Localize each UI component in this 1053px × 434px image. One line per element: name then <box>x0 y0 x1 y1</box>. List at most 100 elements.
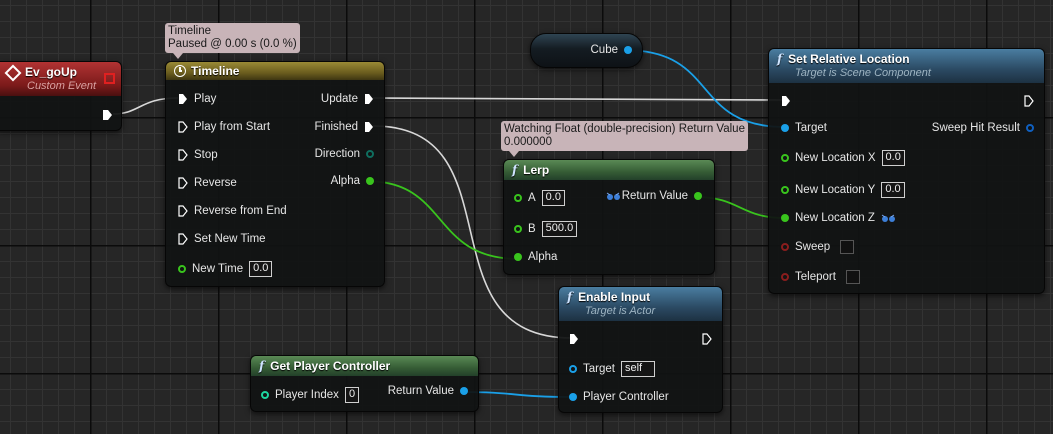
set-location-exec-in-pin[interactable] <box>781 95 791 110</box>
lerp-header: f Lerp <box>504 160 714 180</box>
set-location-target-pin[interactable]: Target <box>781 122 827 134</box>
location-z-label: New Location Z <box>795 212 875 224</box>
lerp-alpha-pin[interactable]: Alpha <box>514 251 557 263</box>
int-pin-icon <box>261 391 269 399</box>
location-x-input[interactable]: 0.0 <box>881 150 905 166</box>
play-from-start-label: Play from Start <box>194 121 271 133</box>
enable-input-title: Enable Input <box>578 290 651 304</box>
lerp-debug-tooltip: Watching Float (double-precision) Return… <box>501 121 748 157</box>
enable-input-pc-pin[interactable]: Player Controller <box>569 391 669 403</box>
lerp-b-pin[interactable]: B 500.0 <box>514 221 578 237</box>
lerp-title: Lerp <box>523 163 550 177</box>
set-relative-location-node[interactable]: f Set Relative Location Target is Scene C… <box>768 48 1045 294</box>
object-pin-icon <box>569 365 577 373</box>
timeline-alpha-pin[interactable]: Alpha <box>331 175 374 187</box>
lerp-b-input[interactable]: 500.0 <box>541 221 578 237</box>
exec-arrow-icon <box>179 94 187 104</box>
lerp-a-label: A <box>528 192 536 204</box>
location-y-input[interactable]: 0.0 <box>881 182 905 198</box>
location-x-label: New Location X <box>795 152 876 164</box>
sweep-pin[interactable]: Sweep <box>781 240 855 254</box>
enable-input-target-input[interactable]: self <box>620 361 655 377</box>
exec-arrow-icon <box>1024 95 1034 107</box>
lerp-a-pin[interactable]: A 0.0 <box>514 190 565 206</box>
new-location-x-pin[interactable]: New Location X 0.0 <box>781 150 905 166</box>
timeline-reverse-from-end-pin[interactable]: Reverse from End <box>178 205 287 217</box>
new-location-y-pin[interactable]: New Location Y 0.0 <box>781 182 905 198</box>
set-location-header: f Set Relative Location Target is Scene C… <box>769 49 1044 83</box>
object-pin-icon <box>624 46 632 54</box>
timeline-node[interactable]: Timeline Play Play from Start Stop Rever… <box>165 61 385 287</box>
timeline-set-new-time-pin[interactable]: Set New Time <box>178 233 266 245</box>
bool-pin-icon <box>781 243 789 251</box>
exec-arrow-icon <box>782 96 790 106</box>
float-pin-icon <box>514 225 522 233</box>
cube-output-pin[interactable]: Cube <box>590 44 632 56</box>
timeline-stop-pin[interactable]: Stop <box>178 149 218 161</box>
exec-arrow-icon <box>178 121 188 133</box>
set-location-subtitle: Target is Scene Component <box>795 67 931 79</box>
bool-pin-icon <box>781 273 789 281</box>
timeline-play-pin[interactable]: Play <box>178 93 216 105</box>
player-index-pin[interactable]: Player Index 0 <box>261 387 360 403</box>
exec-arrow-icon <box>178 149 188 161</box>
exec-wire-update-to-set-location <box>372 97 784 101</box>
float-pin-icon <box>781 154 789 162</box>
event-delegate-pin[interactable] <box>104 73 115 84</box>
custom-event-header: Ev_goUp Custom Event <box>0 62 121 96</box>
function-icon: f <box>512 163 518 177</box>
event-exec-out-pin[interactable] <box>102 109 113 124</box>
enum-pin-icon <box>366 150 374 158</box>
timeline-tooltip-line2: Paused @ 0.00 s (0.0 %) <box>168 38 297 50</box>
lerp-node[interactable]: f Lerp A 0.0 B 500.0 Alpha Return Value <box>503 159 715 275</box>
get-pc-return-pin[interactable]: Return Value <box>388 385 468 397</box>
lerp-return-label: Return Value <box>621 190 688 202</box>
exec-arrow-icon <box>178 205 188 217</box>
teleport-checkbox[interactable] <box>845 270 860 284</box>
exec-arrow-icon <box>178 233 188 245</box>
lerp-return-pin[interactable]: Return Value <box>606 190 702 202</box>
enable-input-pc-label: Player Controller <box>583 391 669 403</box>
float-pin-icon <box>178 265 186 273</box>
new-location-z-pin[interactable]: New Location Z <box>781 212 895 224</box>
set-new-time-label: Set New Time <box>194 233 266 245</box>
sweep-hit-result-pin[interactable]: Sweep Hit Result <box>932 122 1034 134</box>
lerp-a-input[interactable]: 0.0 <box>541 190 565 206</box>
object-pin-icon <box>781 124 789 132</box>
cube-label: Cube <box>590 44 619 56</box>
new-time-label: New Time <box>192 263 244 275</box>
enable-input-target-label: Target <box>583 363 615 375</box>
function-icon: f <box>567 290 573 304</box>
teleport-pin[interactable]: Teleport <box>781 270 860 284</box>
enable-input-exec-out-pin[interactable] <box>702 333 712 348</box>
custom-event-node[interactable]: Ev_goUp Custom Event <box>0 61 122 131</box>
player-index-input[interactable]: 0 <box>344 387 360 403</box>
cube-variable-node[interactable]: Cube <box>530 33 643 68</box>
float-pin-icon <box>514 253 522 261</box>
timeline-new-time-pin[interactable]: New Time 0.0 <box>178 261 273 277</box>
set-location-exec-out-pin[interactable] <box>1024 95 1034 110</box>
float-pin-icon <box>781 186 789 194</box>
timeline-reverse-pin[interactable]: Reverse <box>178 177 237 189</box>
new-time-input[interactable]: 0.0 <box>249 261 273 277</box>
enable-input-exec-in-pin[interactable] <box>569 333 579 348</box>
get-player-controller-node[interactable]: f Get Player Controller Player Index 0 Re… <box>250 355 479 412</box>
timeline-update-pin[interactable]: Update <box>321 93 374 105</box>
exec-arrow-icon <box>178 177 188 189</box>
get-pc-header: f Get Player Controller <box>251 356 478 376</box>
float-pin-icon <box>781 214 789 222</box>
timeline-play-from-start-pin[interactable]: Play from Start <box>178 121 270 133</box>
location-y-label: New Location Y <box>795 184 876 196</box>
enable-input-node[interactable]: f Enable Input Target is Actor Target sel… <box>558 286 723 413</box>
enable-input-subtitle: Target is Actor <box>585 305 656 317</box>
enable-input-target-pin[interactable]: Target self <box>569 361 655 377</box>
direction-label: Direction <box>314 148 360 160</box>
get-pc-return-label: Return Value <box>387 385 454 397</box>
timeline-title: Timeline <box>191 64 240 78</box>
event-diamond-icon <box>4 64 22 82</box>
sweep-checkbox[interactable] <box>840 240 855 254</box>
alpha-label: Alpha <box>330 175 360 187</box>
timeline-finished-pin[interactable]: Finished <box>315 121 374 133</box>
watch-glasses-icon <box>606 192 620 200</box>
timeline-direction-pin[interactable]: Direction <box>315 148 374 160</box>
